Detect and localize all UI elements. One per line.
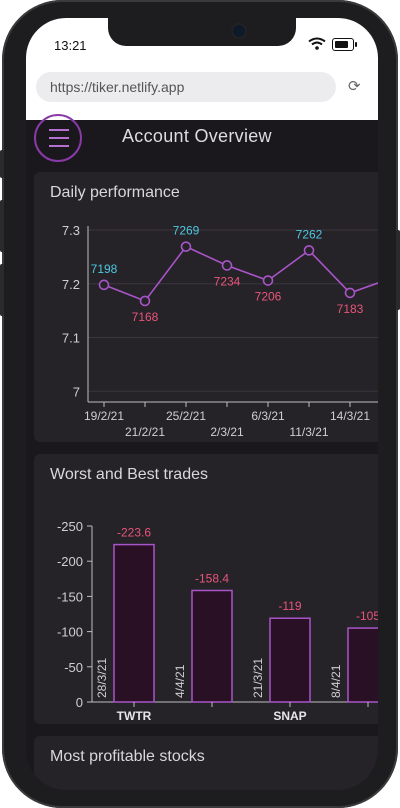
data-point: [303, 245, 315, 256]
page-title: Account Overview: [122, 126, 272, 146]
menu-icon-bar: [49, 145, 69, 147]
data-point: [221, 260, 233, 271]
bar: [113, 543, 155, 703]
profitable-stocks-card: Most profitable stocks: [34, 736, 378, 790]
y-tick-label: -100: [57, 625, 83, 640]
bar-value-label: -223.6: [117, 526, 151, 540]
phone-volume-down: [0, 264, 4, 316]
bar: [347, 627, 378, 703]
url-field[interactable]: https://tiker.netlify.app: [36, 72, 336, 102]
bar-date-label: 8/4/21: [329, 664, 343, 698]
x-tick-label: 6/3/21: [251, 409, 285, 423]
x-tick-label: 19/2/21: [84, 409, 124, 423]
data-label: 7262: [296, 227, 323, 241]
phone-frame: 13:21 https://tiker.netlify.app ⟳ Accoun…: [0, 0, 400, 808]
notch: [108, 18, 296, 46]
menu-button[interactable]: [34, 114, 82, 162]
x-tick-label: SNAP: [273, 709, 306, 723]
menu-icon-bar: [49, 129, 69, 131]
bar-date-label: 28/3/21: [95, 658, 109, 698]
daily-performance-chart: 7.3 7.2 7.1 7 19/2/2121/2/2125/2/21 2/3/21 6/3…: [62, 223, 378, 439]
data-point: [139, 295, 151, 307]
x-tick-label: TWTR: [117, 709, 152, 723]
y-tick-label: -50: [64, 660, 83, 675]
bar: [191, 589, 233, 703]
y-tick-label: 7: [73, 384, 80, 399]
data-point: [180, 241, 192, 252]
bar: [269, 617, 311, 703]
x-tick-label: 14/3/21: [330, 409, 370, 423]
x-tick-label: 25/2/21: [166, 409, 206, 423]
status-time: 13:21: [54, 38, 87, 53]
data-label: 7183: [337, 302, 364, 316]
trades-chart: -250 -200 -150 -100 -50 0 -223.6 28/3/21 TWTR -15…: [57, 519, 378, 723]
data-point: [98, 279, 110, 291]
url-text: https://tiker.netlify.app: [50, 79, 185, 95]
y-tick-label: -200: [57, 554, 83, 569]
bar-value-label: -158.4: [195, 571, 229, 585]
series-line: [103, 245, 378, 302]
y-tick-label: 0: [76, 695, 83, 710]
data-label: 7206: [255, 290, 282, 304]
phone-side-button: [0, 150, 4, 178]
data-label: 7198: [91, 262, 118, 276]
phone-screen: 13:21 https://tiker.netlify.app ⟳ Accoun…: [26, 18, 378, 790]
data-label: 7168: [132, 310, 159, 324]
y-tick-label: -250: [57, 519, 83, 534]
y-tick-label: 7.2: [62, 277, 80, 292]
wifi-icon: [308, 37, 326, 50]
x-tick-label: 21/2/21: [125, 425, 165, 439]
y-tick-label: 7.3: [62, 223, 80, 238]
data-point: [262, 275, 274, 286]
y-tick-label: 7.1: [62, 331, 80, 346]
phone-power-button: [396, 230, 400, 310]
battery-icon: [332, 38, 357, 51]
data-point: [344, 287, 356, 299]
bar-value-label: -105: [356, 609, 378, 623]
bar-date-label: 4/4/21: [173, 664, 187, 698]
x-tick-label: 11/3/21: [289, 425, 328, 439]
bar-date-label: 21/3/21: [251, 658, 265, 698]
front-camera: [233, 25, 245, 37]
card-title: Most profitable stocks: [50, 748, 205, 765]
reload-icon[interactable]: ⟳: [348, 77, 361, 95]
data-label: 7234: [214, 274, 241, 288]
menu-icon-bar: [49, 137, 69, 139]
data-label: 7269: [173, 224, 200, 238]
phone-volume-up: [0, 200, 4, 252]
status-bar: 13:21: [26, 18, 378, 70]
trades-card: Worst and Best trades -250 -200 -150 -100 -5…: [34, 454, 378, 724]
x-tick-label: 2/3/21: [210, 425, 244, 439]
y-tick-label: -150: [57, 589, 83, 604]
bar-value-label: -119: [278, 599, 301, 613]
daily-performance-card: Daily performance 7.3 7.2 7.1 7 19/2/21 21/2/…: [34, 172, 378, 442]
browser-bar: https://tiker.netlify.app ⟳: [26, 70, 378, 120]
